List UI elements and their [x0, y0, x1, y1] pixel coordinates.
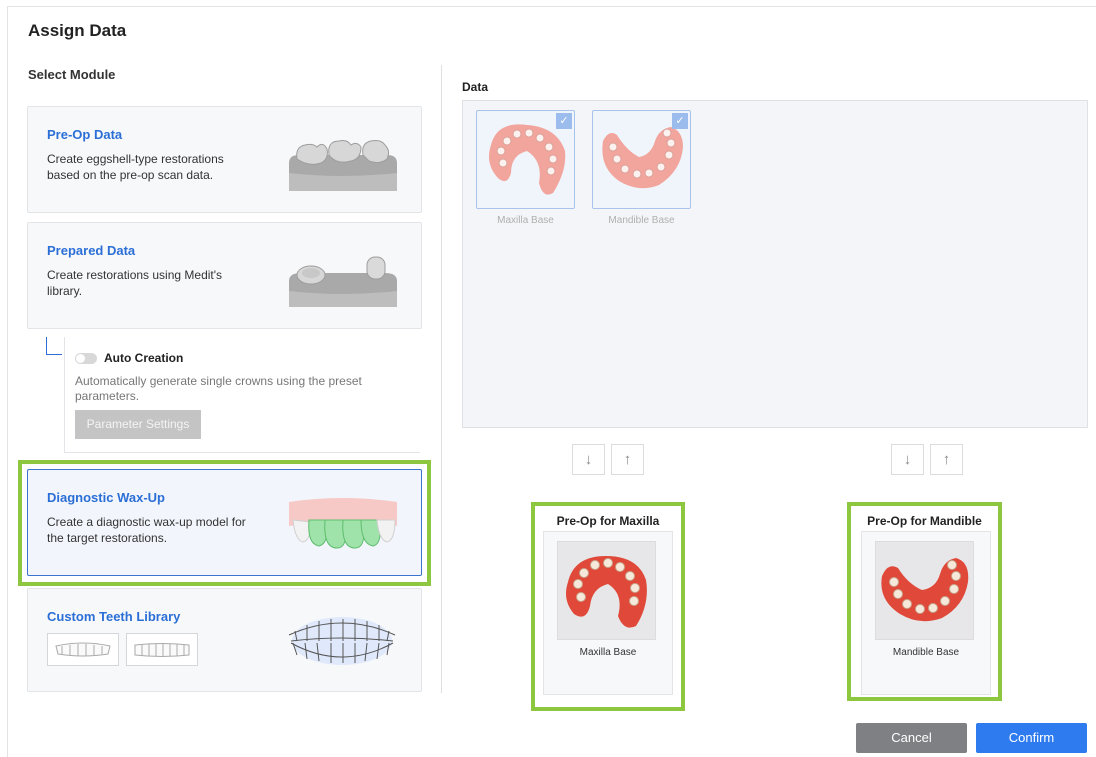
auto-creation-box: Auto Creation Automatically generate sin…	[64, 337, 420, 453]
module-card-prepared-data[interactable]: Prepared Data Create restorations using …	[27, 222, 422, 329]
move-up-maxilla-button[interactable]: ↑	[611, 444, 644, 475]
preop-maxilla-caption: Maxilla Base	[579, 647, 637, 658]
parameter-settings-button[interactable]: Parameter Settings	[75, 410, 201, 439]
teeth-row-icon	[134, 643, 190, 657]
move-up-mandible-button[interactable]: ↑	[930, 444, 963, 475]
data-thumbnail-maxilla[interactable]: ✓	[476, 110, 575, 209]
teeth-row-icon	[55, 642, 111, 657]
assign-data-dialog: Assign Data Select Module Pre-Op Data Cr…	[7, 6, 1096, 757]
data-thumbnail-mandible[interactable]: ✓	[592, 110, 691, 209]
cancel-button[interactable]: Cancel	[856, 723, 967, 753]
checkmark-icon[interactable]: ✓	[556, 113, 572, 129]
module-description: Create restorations using Medit's librar…	[47, 268, 223, 298]
arrow-down-icon: ↓	[584, 451, 593, 468]
preop-mandible-title: Pre-Op for Mandible	[867, 514, 982, 528]
prepared-teeth-illustration	[289, 256, 397, 307]
library-thumbnail[interactable]	[47, 633, 119, 666]
arrow-up-icon: ↑	[623, 451, 632, 468]
preop-maxilla-slot[interactable]: Pre-Op for Maxilla Maxilla Base	[531, 502, 685, 711]
auto-creation-label: Auto Creation	[104, 351, 184, 365]
data-caption: Mandible Base	[608, 215, 675, 226]
checkmark-icon[interactable]: ✓	[672, 113, 688, 129]
tree-connector	[46, 337, 47, 355]
maxilla-base-thumbnail	[557, 541, 656, 640]
module-title: Custom Teeth Library	[47, 609, 181, 624]
auto-creation-description: Automatically generate single crowns usi…	[75, 374, 362, 403]
library-thumbnail[interactable]	[126, 633, 198, 666]
preop-maxilla-card[interactable]: Maxilla Base	[543, 531, 673, 695]
maxilla-scan-image	[566, 556, 647, 628]
move-down-maxilla-button[interactable]: ↓	[572, 444, 605, 475]
module-card-custom-teeth-library[interactable]: Custom Teeth Library	[27, 588, 422, 692]
select-module-label: Select Module	[28, 67, 116, 82]
preop-mandible-slot[interactable]: Pre-Op for Mandible Mandible Base	[847, 502, 1002, 701]
selection-highlight	[18, 460, 431, 586]
mandible-scan-image	[881, 558, 969, 622]
preop-mandible-card[interactable]: Mandible Base	[861, 531, 991, 695]
preop-maxilla-title: Pre-Op for Maxilla	[556, 514, 660, 528]
module-card-preop-data[interactable]: Pre-Op Data Create eggshell-type restora…	[27, 106, 422, 213]
data-label: Data	[462, 80, 489, 94]
mandible-base-thumbnail	[875, 541, 974, 640]
auto-creation-panel: Auto Creation Automatically generate sin…	[46, 337, 422, 453]
module-title: Pre-Op Data	[47, 127, 123, 142]
move-down-mandible-button[interactable]: ↓	[891, 444, 924, 475]
preop-mandible-caption: Mandible Base	[892, 647, 960, 658]
module-title: Prepared Data	[47, 243, 136, 258]
dialog-title: Assign Data	[28, 21, 127, 40]
data-caption: Maxilla Base	[497, 215, 554, 226]
arrow-down-icon: ↓	[903, 451, 912, 468]
tree-connector	[46, 354, 62, 355]
auto-creation-toggle[interactable]	[75, 353, 97, 364]
panel-divider	[441, 65, 442, 693]
module-description: Create eggshell-type restorations based …	[47, 152, 224, 182]
confirm-button[interactable]: Confirm	[976, 723, 1087, 753]
arrow-up-icon: ↑	[942, 451, 951, 468]
data-list[interactable]: ✓ Maxilla Base ✓ Mandible Base	[462, 100, 1088, 428]
custom-teeth-illustration	[288, 617, 396, 665]
preop-teeth-illustration	[289, 140, 397, 191]
